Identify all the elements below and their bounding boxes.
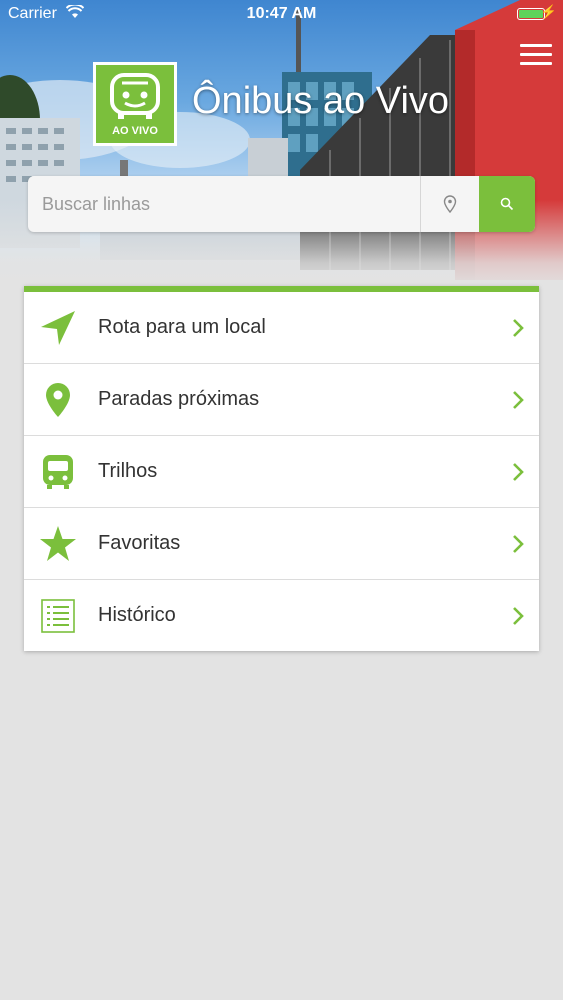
search-button[interactable] (479, 176, 535, 232)
main-menu-list: Rota para um local Paradas próximas Tril… (24, 286, 539, 651)
star-icon (38, 524, 78, 564)
charging-icon: ⚡ (540, 4, 557, 19)
chevron-right-icon (513, 319, 524, 337)
app-logo: AO VIVO (93, 62, 177, 146)
history-list-icon (38, 596, 78, 636)
status-bar: Carrier 10:47 AM ⚡ (0, 0, 563, 30)
search-icon (500, 197, 514, 211)
location-pin-icon (443, 195, 457, 213)
location-pin-icon (38, 380, 78, 420)
menu-item-label: Favoritas (98, 532, 181, 554)
navigation-arrow-icon (38, 308, 78, 348)
chevron-right-icon (513, 463, 524, 481)
status-time: 10:47 AM (246, 5, 317, 22)
menu-item-label: Histórico (98, 604, 176, 626)
chevron-right-icon (513, 535, 524, 553)
menu-item-label: Paradas próximas (98, 388, 260, 410)
chevron-right-icon (513, 391, 524, 409)
search-input[interactable] (28, 176, 420, 232)
menu-item-favorites[interactable]: Favoritas (24, 508, 539, 580)
menu-item-route[interactable]: Rota para um local (24, 292, 539, 364)
menu-item-rails[interactable]: Trilhos (24, 436, 539, 508)
search-bar (28, 176, 535, 232)
menu-item-nearby-stops[interactable]: Paradas próximas (24, 364, 539, 436)
chevron-right-icon (513, 607, 524, 625)
menu-item-history[interactable]: Histórico (24, 580, 539, 651)
app-title: Ônibus ao Vivo (192, 80, 450, 122)
header-background-image (0, 0, 563, 290)
train-icon (38, 452, 78, 492)
logo-text: AO VIVO (112, 125, 158, 137)
menu-item-label: Rota para um local (98, 316, 266, 338)
bus-icon (110, 73, 160, 119)
menu-item-label: Trilhos (98, 460, 158, 482)
hamburger-menu-icon[interactable] (520, 44, 552, 72)
location-button[interactable] (420, 176, 479, 232)
